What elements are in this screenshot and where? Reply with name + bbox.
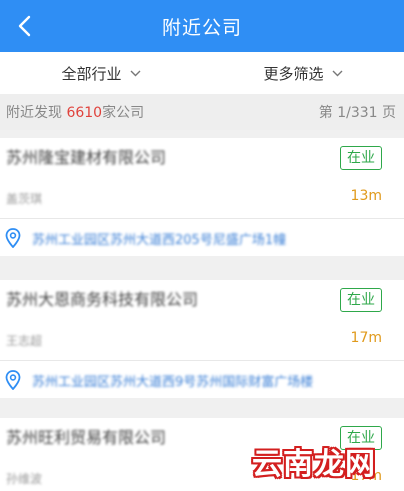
app-header: 附近公司 — [0, 0, 404, 52]
chevron-left-icon — [18, 15, 31, 37]
page-indicator: 第 1/331 页 — [318, 105, 396, 121]
divider — [0, 218, 404, 219]
address-row[interactable]: 苏州工业园区苏州大道西9号苏州国际财富广场楼 — [0, 362, 404, 398]
company-card[interactable]: 苏州大恩商务科技有限公司 在业 王志超 17m 苏州工业园区苏州大道西9号苏州国… — [0, 280, 404, 398]
address-row[interactable]: 苏州工业园区苏州大道西205号尼盛广场1幢 — [0, 220, 404, 256]
address-text: 苏州工业园区苏州大道西205号尼盛广场1幢 — [32, 232, 287, 248]
watermark: 云南龙网 — [252, 447, 376, 482]
chevron-down-icon — [130, 70, 141, 77]
industry-filter-dropdown[interactable]: 全部行业 — [0, 63, 202, 84]
location-pin-icon — [4, 369, 22, 391]
status-badge: 在业 — [340, 146, 382, 170]
address-text: 苏州工业园区苏州大道西9号苏州国际财富广场楼 — [32, 374, 314, 390]
company-name[interactable]: 苏州大恩商务科技有限公司 — [6, 286, 336, 310]
legal-representative: 盖茨琪 — [6, 192, 43, 206]
result-count-text: 附近发现 6610家公司 — [6, 105, 145, 121]
industry-filter-label: 全部行业 — [61, 64, 122, 83]
page-title: 附近公司 — [161, 16, 242, 39]
filter-bar: 全部行业 更多筛选 — [0, 52, 404, 94]
back-button[interactable] — [6, 0, 42, 52]
more-filters-dropdown[interactable]: 更多筛选 — [202, 63, 404, 84]
chevron-down-icon — [332, 70, 343, 77]
distance-label: 17m — [350, 330, 382, 346]
result-summary: 附近发现 6610家公司 第 1/331 页 — [0, 94, 404, 130]
location-pin-icon — [4, 227, 22, 249]
result-count: 6610 — [66, 105, 103, 121]
legal-representative: 孙维波 — [6, 472, 43, 486]
more-filters-label: 更多筛选 — [263, 64, 324, 83]
distance-label: 13m — [350, 188, 382, 204]
legal-representative: 王志超 — [6, 334, 43, 348]
divider — [0, 360, 404, 361]
company-name[interactable]: 苏州隆宝建材有限公司 — [6, 144, 336, 168]
status-badge: 在业 — [340, 288, 382, 312]
company-card[interactable]: 苏州隆宝建材有限公司 在业 盖茨琪 13m 苏州工业园区苏州大道西205号尼盛广… — [0, 138, 404, 256]
